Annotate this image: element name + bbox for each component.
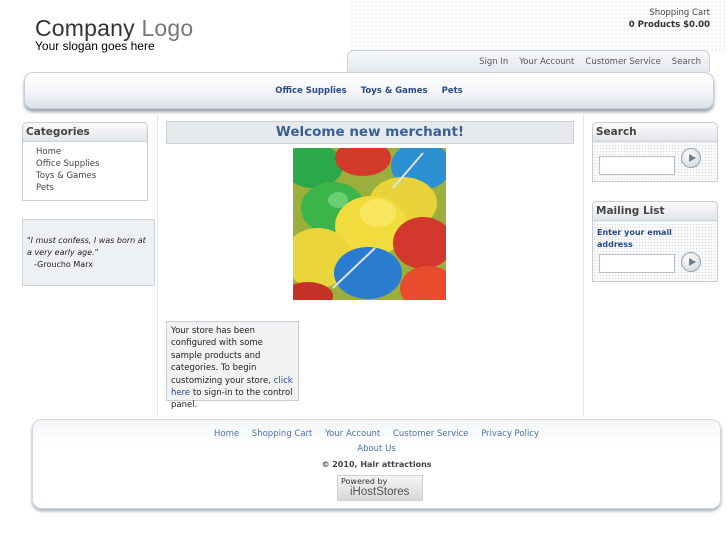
email-input[interactable] xyxy=(599,254,675,273)
logo-word-logo: Logo xyxy=(141,15,194,41)
column-divider-left xyxy=(157,114,158,416)
cart-total: 0 Products $0.00 xyxy=(628,20,710,30)
category-item-office-supplies[interactable]: Office Supplies xyxy=(36,158,147,170)
company-logo[interactable]: Company Logo Your slogan goes here xyxy=(35,15,193,52)
mailing-list-box: Mailing List Enter your email address xyxy=(592,201,718,282)
cart-label[interactable]: Shopping Cart xyxy=(629,7,710,19)
footer-link-customer-service[interactable]: Customer Service xyxy=(393,429,468,439)
push-pins-image xyxy=(293,148,446,300)
store-info-box: Your store has been configured with some… xyxy=(166,321,299,410)
info-text: Your store has been configured with some… xyxy=(171,326,271,386)
slogan: Your slogan goes here xyxy=(35,39,155,53)
quote-author: -Groucho Marx xyxy=(34,260,93,269)
shopping-cart-summary[interactable]: Shopping Cart 0 Products $0.00 xyxy=(629,7,710,31)
top-nav: Sign In Your Account Customer Service Se… xyxy=(347,50,710,72)
footer: Home Shopping Cart Your Account Customer… xyxy=(32,419,721,509)
column-divider-right xyxy=(583,114,584,416)
search-submit-button[interactable] xyxy=(681,148,701,168)
logo-word-company: Company xyxy=(35,15,135,41)
copyright: © 2010, Hair attractions xyxy=(321,460,432,469)
nav-sign-in[interactable]: Sign In xyxy=(479,57,508,67)
category-bar: Office Supplies Toys & Games Pets xyxy=(24,72,714,109)
footer-link-shopping-cart[interactable]: Shopping Cart xyxy=(252,429,313,439)
footer-link-about-us[interactable]: About Us xyxy=(357,444,395,454)
mailing-list-title: Mailing List xyxy=(593,202,717,221)
welcome-heading: Welcome new merchant! xyxy=(166,121,574,144)
footer-link-your-account[interactable]: Your Account xyxy=(325,429,380,439)
category-item-home[interactable]: Home xyxy=(36,146,147,158)
category-link-pets[interactable]: Pets xyxy=(442,86,463,96)
info-text-end: to sign-in to the control panel. xyxy=(171,388,293,411)
categories-box: Categories Home Office Supplies Toys & G… xyxy=(22,122,148,201)
quote-box: "I must confess, I was born at a very ea… xyxy=(22,219,155,286)
powered-by-badge[interactable]: Powered by iHostStores xyxy=(337,475,423,501)
search-title: Search xyxy=(593,123,717,142)
nav-your-account[interactable]: Your Account xyxy=(519,57,574,67)
categories-list: Home Office Supplies Toys & Games Pets xyxy=(23,142,147,194)
footer-links-row2: About Us xyxy=(33,444,720,454)
footer-link-privacy-policy[interactable]: Privacy Policy xyxy=(481,429,539,439)
category-item-pets[interactable]: Pets xyxy=(36,182,147,194)
category-item-toys-games[interactable]: Toys & Games xyxy=(36,170,147,182)
logo-text: Company Logo xyxy=(35,15,193,41)
footer-link-home[interactable]: Home xyxy=(214,429,239,439)
mailing-submit-button[interactable] xyxy=(681,252,701,272)
mailing-prompt: Enter your email address xyxy=(597,228,672,249)
push-pins-photo xyxy=(293,148,446,300)
category-link-toys-games[interactable]: Toys & Games xyxy=(361,86,428,96)
footer-links-row1: Home Shopping Cart Your Account Customer… xyxy=(33,429,720,439)
nav-customer-service[interactable]: Customer Service xyxy=(585,57,660,67)
search-input[interactable] xyxy=(599,156,675,175)
powered-by-brand: iHostStores xyxy=(350,486,410,498)
categories-title: Categories xyxy=(23,123,147,142)
powered-by-label: Powered by xyxy=(341,477,388,486)
search-box: Search xyxy=(592,122,718,182)
category-link-office-supplies[interactable]: Office Supplies xyxy=(275,86,346,96)
quote-text: "I must confess, I was born at a very ea… xyxy=(27,236,146,257)
nav-search[interactable]: Search xyxy=(672,57,701,67)
